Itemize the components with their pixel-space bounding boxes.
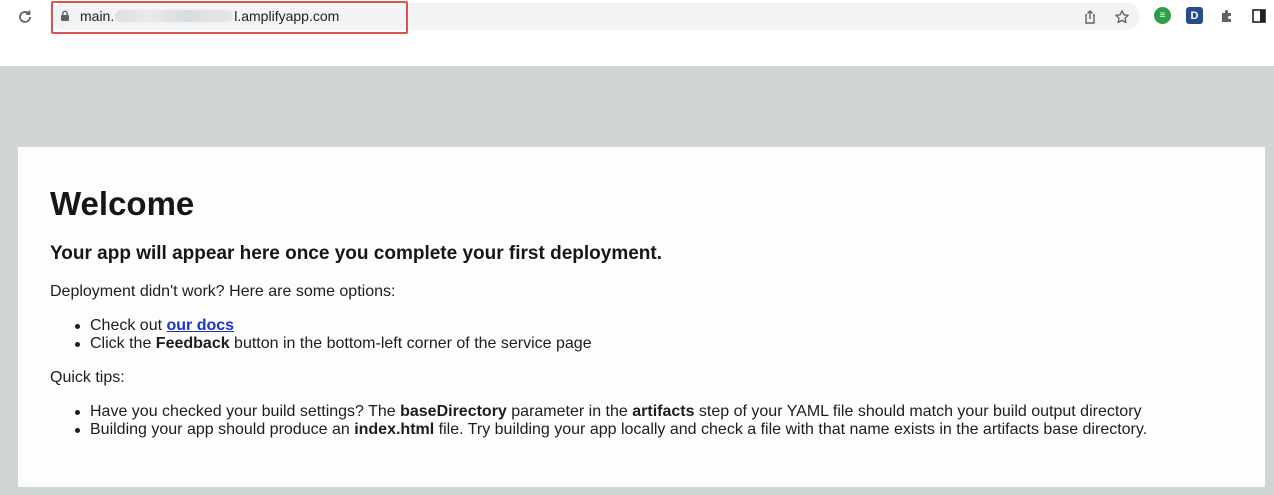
options-intro: Deployment didn't work? Here are some op… — [50, 283, 396, 300]
tip-emphasis: index.html — [354, 421, 435, 438]
tip-emphasis: baseDirectory — [400, 403, 507, 420]
tip-emphasis: artifacts — [632, 403, 695, 420]
docs-link[interactable]: our docs — [166, 317, 234, 334]
tip-text: file. Try building your app locally and … — [434, 421, 1148, 438]
extension-d-icon[interactable]: D — [1186, 7, 1203, 24]
option-text: Check out — [90, 317, 167, 334]
extensions-puzzle-icon[interactable] — [1218, 7, 1235, 24]
options-list: Check out our docs Click the Feedback bu… — [50, 317, 592, 353]
list-item: Click the Feedback button in the bottom-… — [50, 335, 592, 353]
feedback-emphasis: Feedback — [155, 335, 230, 352]
share-icon[interactable] — [1082, 9, 1098, 25]
welcome-card: Welcome Your app will appear here once y… — [18, 147, 1265, 487]
option-text: button in the bottom-left corner of the … — [229, 335, 592, 352]
list-item: Check out our docs — [50, 317, 592, 335]
tip-text: Building your app should produce an — [90, 421, 355, 438]
page-subtitle: Your app will appear here once you compl… — [50, 243, 662, 264]
list-item: Have you checked your build settings? Th… — [50, 403, 1147, 421]
page-background: Welcome Your app will appear here once y… — [0, 66, 1274, 495]
tips-heading: Quick tips: — [50, 369, 125, 386]
option-text: Click the — [90, 335, 156, 352]
extension-green-icon[interactable]: ≡ — [1154, 7, 1171, 24]
url-highlight-box — [51, 1, 408, 34]
tips-list: Have you checked your build settings? Th… — [50, 403, 1147, 439]
page-title: Welcome — [50, 185, 195, 222]
tip-text: Have you checked your build settings? Th… — [90, 403, 401, 420]
tip-text: parameter in the — [506, 403, 633, 420]
browser-toolbar: main. l.amplifyapp.com ≡ D — [0, 0, 1274, 66]
tip-text: step of your YAML file should match your… — [694, 403, 1142, 420]
side-panel-icon[interactable] — [1250, 7, 1267, 24]
bookmark-star-icon[interactable] — [1114, 9, 1130, 25]
reload-icon[interactable] — [14, 6, 36, 28]
list-item: Building your app should produce an inde… — [50, 421, 1147, 439]
